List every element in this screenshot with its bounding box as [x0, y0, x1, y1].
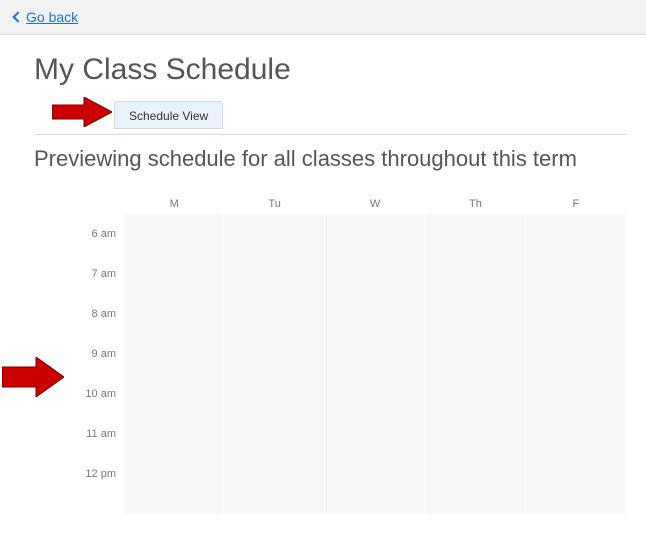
tab-schedule-view[interactable]: Schedule View — [114, 101, 223, 129]
page-title: My Class Schedule — [34, 53, 626, 87]
day-column-wed[interactable] — [325, 214, 425, 514]
time-label: 10 am — [64, 374, 116, 414]
tabs-row: Schedule View — [34, 101, 626, 135]
day-header: Th — [425, 198, 525, 210]
annotation-arrow-icon — [52, 97, 112, 127]
day-column-thu[interactable] — [425, 214, 525, 514]
time-label: 9 am — [64, 334, 116, 374]
time-label: 7 am — [64, 254, 116, 294]
topbar: Go back — [0, 0, 646, 35]
day-header: M — [124, 198, 224, 210]
day-column-mon[interactable] — [124, 214, 224, 514]
schedule-grid: 6 am 7 am 8 am 9 am 10 am 11 am 12 pm — [64, 214, 626, 514]
chevron-left-icon — [12, 11, 23, 22]
time-label: 11 am — [64, 414, 116, 454]
time-column: 6 am 7 am 8 am 9 am 10 am 11 am 12 pm — [64, 214, 124, 514]
day-header: W — [325, 198, 425, 210]
day-column-tue[interactable] — [224, 214, 324, 514]
go-back-link[interactable]: Go back — [14, 9, 78, 25]
day-header: F — [526, 198, 626, 210]
day-header-row: M Tu W Th F — [124, 198, 626, 210]
grid-columns — [124, 214, 626, 514]
day-header: Tu — [224, 198, 324, 210]
go-back-label: Go back — [26, 9, 78, 25]
subtitle: Previewing schedule for all classes thro… — [34, 145, 594, 174]
time-label: 6 am — [64, 214, 116, 254]
tab-label: Schedule View — [129, 109, 208, 123]
day-column-fri[interactable] — [526, 214, 626, 514]
time-label: 12 pm — [64, 454, 116, 494]
time-label: 8 am — [64, 294, 116, 334]
